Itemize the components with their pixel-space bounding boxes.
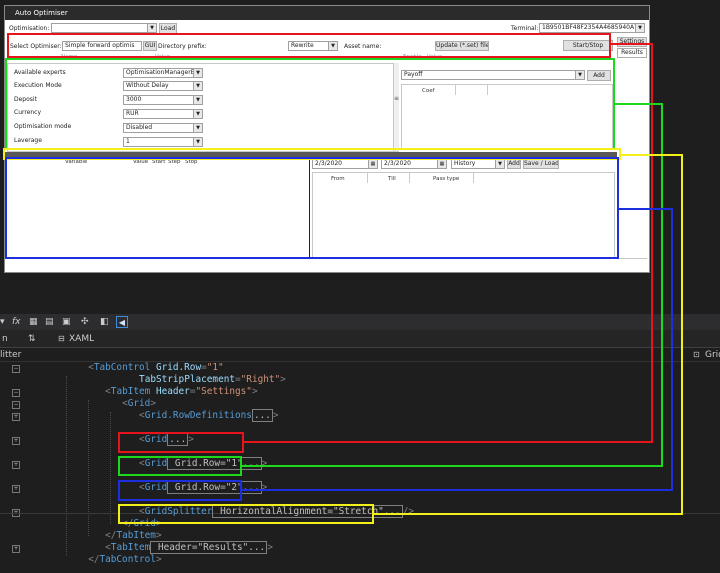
connector-red xyxy=(244,43,653,443)
connector-green xyxy=(242,103,663,467)
connector-blue xyxy=(242,208,673,491)
connector-lines xyxy=(242,43,683,515)
